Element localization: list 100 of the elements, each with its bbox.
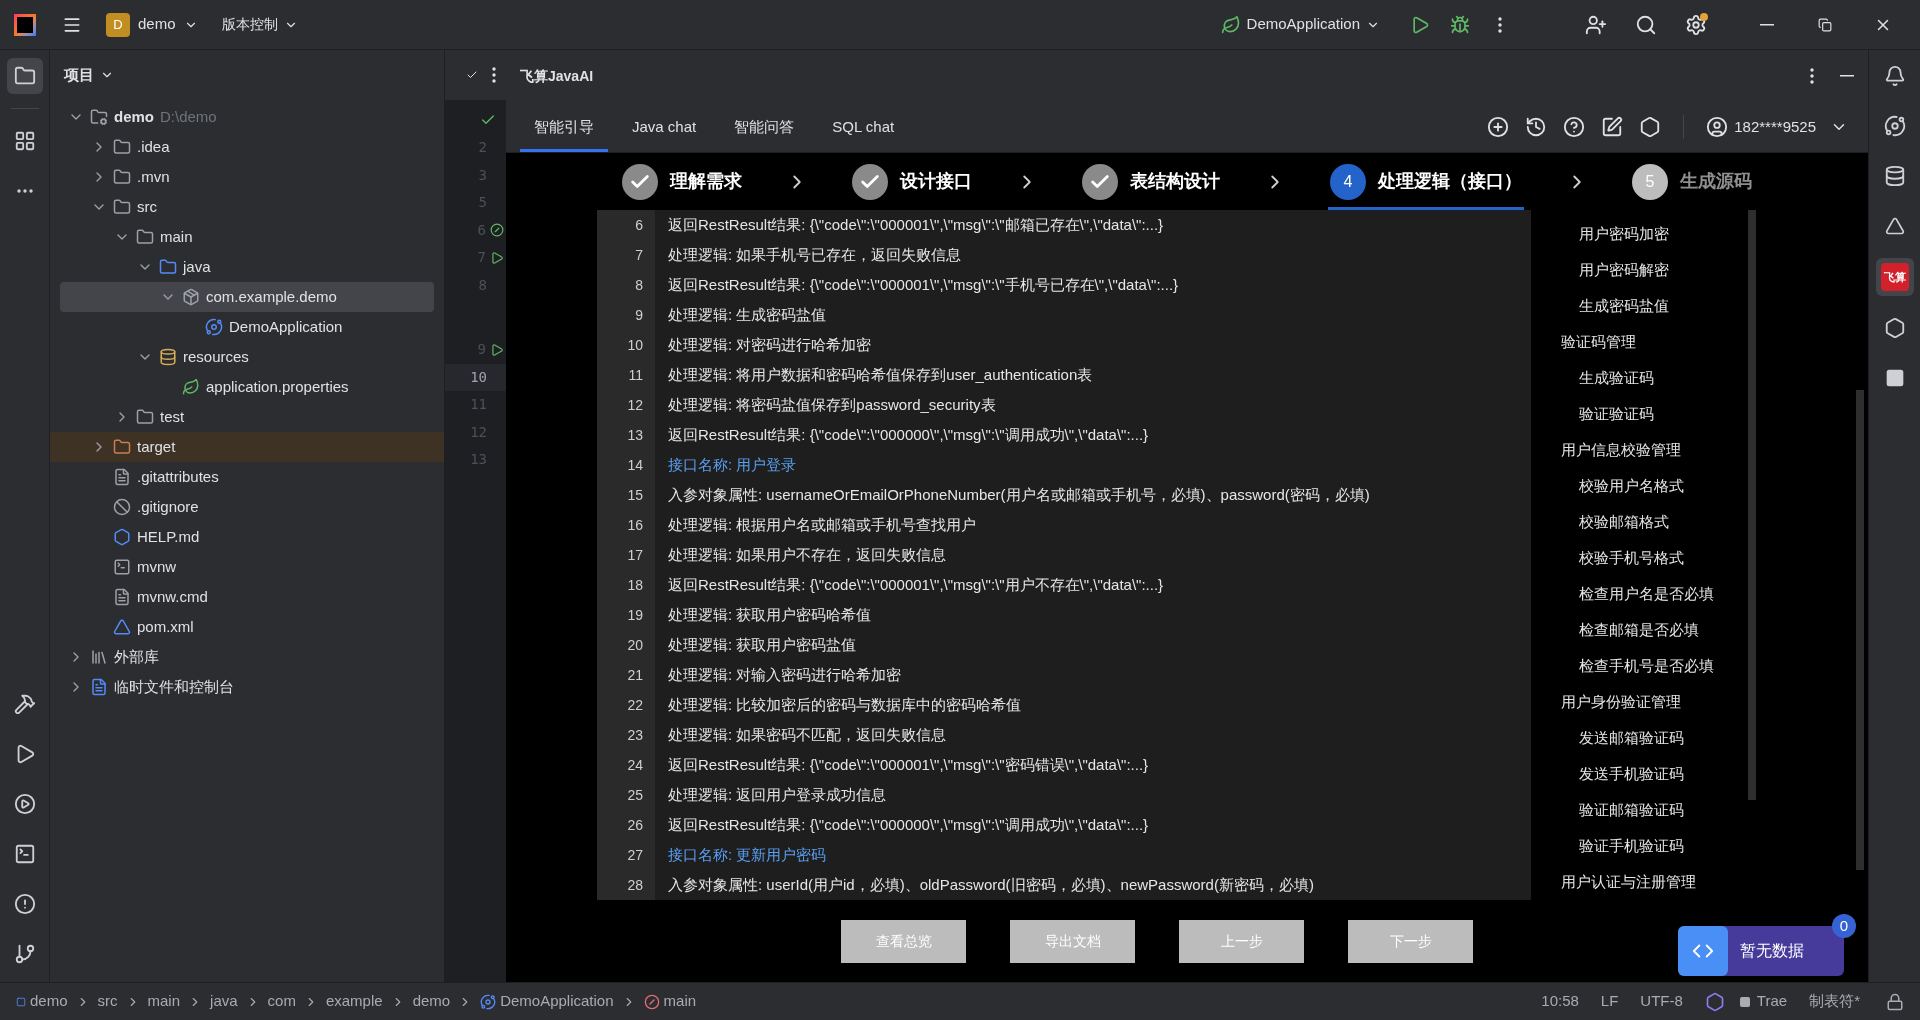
breadcrumb[interactable]: main: [643, 990, 697, 1013]
breadcrumb[interactable]: DemoApplication: [480, 990, 614, 1013]
scratch-file-icon: [90, 678, 108, 696]
tree-item[interactable]: .gitignore: [50, 492, 444, 522]
check-icon: [466, 69, 478, 81]
step-label[interactable]: 生成源码: [1680, 168, 1752, 195]
tab[interactable]: 智能引导: [520, 102, 608, 152]
breadcrumb[interactable]: example: [325, 990, 383, 1013]
tree-item[interactable]: pom.xml: [50, 612, 444, 642]
user-account-button[interactable]: 182****9525: [1706, 115, 1848, 139]
outline-item[interactable]: 发送邮箱验证码: [1561, 720, 1868, 756]
outline-item[interactable]: 发送手机验证码: [1561, 756, 1868, 792]
tree-item[interactable]: target: [50, 432, 444, 462]
hexagon-icon[interactable]: [1704, 991, 1725, 1012]
tree-item[interactable]: resources: [50, 342, 444, 372]
tree-item[interactable]: .idea: [50, 132, 444, 162]
edit-icon[interactable]: [1601, 116, 1624, 138]
status-item[interactable]: LF: [1600, 990, 1619, 1013]
logic-line: 入参对象属性: usernameOrEmailOrPhoneNumber(用户名或邮箱或手机号，必填)、password(密码，必填): [667, 484, 1370, 505]
outline-group[interactable]: 验证码管理: [1561, 324, 1868, 360]
outline-group[interactable]: 用户认证与注册管理: [1561, 864, 1868, 900]
tree-item[interactable]: .mvn: [50, 162, 444, 192]
outline-item[interactable]: 检查手机号是否必填: [1561, 648, 1868, 684]
play-circle-icon: [13, 793, 36, 815]
line-number: 9: [597, 300, 655, 330]
outline-item[interactable]: 验证邮箱验证码: [1561, 792, 1868, 828]
outline-item[interactable]: 验证手机验证码: [1561, 828, 1868, 864]
add-icon[interactable]: [1487, 116, 1510, 138]
outline-item[interactable]: 生成密码盐值: [1561, 288, 1868, 324]
status-item[interactable]: UTF-8: [1640, 990, 1683, 1013]
terminal-icon: [13, 843, 36, 865]
logic-line: 返回RestResult结果: {\"code\":\"000001\",\"msg\":\"密码错误\",\"data\":...}: [667, 754, 1149, 775]
folder-icon: [13, 65, 36, 87]
breadcrumb[interactable]: main: [147, 990, 181, 1013]
status-item[interactable]: 制表符*: [1809, 990, 1860, 1013]
outline-item[interactable]: 校验手机号格式: [1561, 540, 1868, 576]
outline-item[interactable]: 生成验证码: [1561, 360, 1868, 396]
folder-icon: [159, 258, 177, 276]
outline-item[interactable]: 校验邮箱格式: [1561, 504, 1868, 540]
tree-item[interactable]: com.example.demo: [60, 282, 434, 312]
tree-item[interactable]: demo D:\demo: [50, 102, 444, 132]
outline-item[interactable]: 检查邮箱是否必填: [1561, 612, 1868, 648]
step-label[interactable]: 处理逻辑（接口）: [1378, 168, 1522, 195]
tree-item[interactable]: application.properties: [50, 372, 444, 402]
step-number: 5: [1632, 163, 1668, 200]
more-icon[interactable]: [492, 67, 496, 83]
tree-item[interactable]: test: [50, 402, 444, 432]
outline-item[interactable]: 用户密码加密: [1561, 216, 1868, 252]
project-switcher[interactable]: D demo: [106, 12, 198, 37]
outline-item[interactable]: 用户密码解密: [1561, 252, 1868, 288]
breadcrumb[interactable]: java: [210, 990, 238, 1013]
vcs-menu[interactable]: 版本控制: [221, 14, 298, 35]
breadcrumb[interactable]: src: [97, 990, 118, 1013]
project-tool-button[interactable]: [6, 58, 43, 94]
tree-item[interactable]: 外部库: [50, 642, 444, 672]
logic-line: 处理逻辑: 比较加密后的密码与数据库中的密码哈希值: [667, 694, 1022, 715]
tree-item[interactable]: DemoApplication: [50, 312, 444, 342]
tree-item[interactable]: java: [50, 252, 444, 282]
status-item[interactable]: Trae: [1738, 990, 1788, 1013]
status-item[interactable]: 10:58: [1541, 990, 1579, 1013]
breadcrumb[interactable]: com: [267, 990, 296, 1013]
module-icon: [16, 996, 26, 1007]
step-label[interactable]: 设计接口: [900, 168, 972, 195]
outline-group[interactable]: 用户身份验证管理: [1561, 684, 1868, 720]
tab[interactable]: Java chat: [618, 102, 711, 152]
tree-item[interactable]: HELP.md: [50, 522, 444, 552]
outline-item[interactable]: 校验用户名格式: [1561, 468, 1868, 504]
step-label[interactable]: 理解需求: [670, 168, 742, 195]
tree-item[interactable]: mvnw.cmd: [50, 582, 444, 612]
tree-item[interactable]: mvnw: [50, 552, 444, 582]
tab[interactable]: 智能问答: [720, 102, 809, 152]
run-config-selector[interactable]: DemoApplication: [1220, 13, 1380, 36]
outline-group[interactable]: 用户信息校验管理: [1561, 432, 1868, 468]
breadcrumb[interactable]: demo: [16, 990, 68, 1013]
line-number: 19: [597, 600, 655, 630]
outline-item[interactable]: 检查用户名是否必填: [1561, 576, 1868, 612]
lock-icon[interactable]: [1886, 992, 1904, 1011]
more-icon[interactable]: [1810, 68, 1814, 84]
logic-line: 处理逻辑: 获取用户密码盐值: [667, 634, 857, 655]
logic-line: 处理逻辑: 如果手机号已存在，返回失败信息: [667, 244, 962, 265]
breadcrumb[interactable]: demo: [412, 990, 451, 1013]
orbit-icon: [1883, 115, 1906, 137]
tab[interactable]: SQL chat: [818, 102, 909, 152]
tree-item[interactable]: .gitattributes: [50, 462, 444, 492]
step-label[interactable]: 表结构设计: [1130, 168, 1220, 195]
tree-item[interactable]: src: [50, 192, 444, 222]
history-icon[interactable]: [1525, 116, 1548, 138]
triangle-icon: [1884, 216, 1905, 236]
text-file-icon: [113, 468, 131, 486]
run-gutter-icon[interactable]: [490, 250, 504, 265]
outline-item[interactable]: 验证验证码: [1561, 396, 1868, 432]
tree-item[interactable]: 临时文件和控制台: [50, 672, 444, 702]
help-icon[interactable]: [1563, 116, 1586, 138]
square-icon: [1884, 368, 1905, 388]
run-gutter-icon[interactable]: [490, 342, 504, 357]
scrollbar[interactable]: [1748, 210, 1756, 800]
tree-item[interactable]: main: [50, 222, 444, 252]
project-view-selector[interactable]: 项目: [64, 63, 114, 87]
logic-line: 处理逻辑: 如果用户不存在，返回失败信息: [667, 544, 947, 565]
scrollbar[interactable]: [1856, 390, 1864, 870]
